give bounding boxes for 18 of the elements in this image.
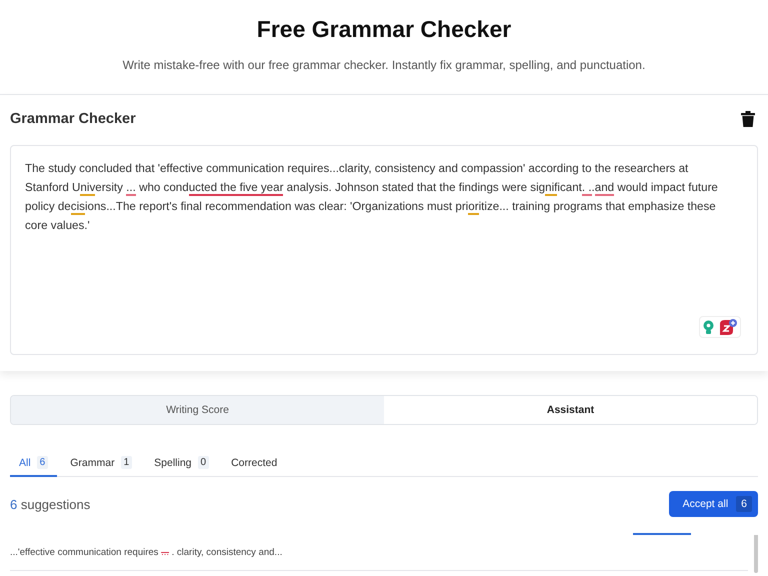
accept-all-button[interactable]: Accept all 6: [668, 491, 758, 517]
view-tab[interactable]: Writing Score: [11, 396, 384, 424]
text-editor[interactable]: [10, 145, 758, 355]
editor-text: The study concluded that 'effective communication requires...clarity, consistency and compassion' according to the researchers at Stanford University ... who conducted the five year analysis. Johnson stated that the findings were significant. ..and would impact future policy decisions...The report's final recommendation was clear: 'Organizations must prioritize... training programs that emphasize these core values.': [25, 161, 719, 234]
scrollbar[interactable]: [754, 535, 758, 573]
page-subtitle: Write mistake-free with our free grammar checker. Instantly fix grammar, spelling, and punctuation.: [122, 58, 646, 72]
card-title: Grammar Checker: [10, 111, 136, 127]
page-title: Free Grammar Checker: [256, 16, 512, 43]
filter-tab[interactable]: All 6: [10, 452, 58, 477]
filter-tab[interactable]: Corrected: [222, 452, 286, 477]
assistant-badges[interactable]: [699, 316, 741, 338]
suggestion-count: 6 suggestions: [10, 496, 90, 512]
lightbulb-icon: [702, 320, 715, 334]
error-count-icon: [718, 318, 738, 336]
delete-icon[interactable]: [741, 111, 755, 127]
filter-tab[interactable]: Spelling 0: [145, 452, 218, 477]
suggestion-item[interactable]: ...'effective communication requires ... . clarity, consistency and...: [10, 535, 748, 571]
filter-tab[interactable]: Grammar 1: [61, 452, 142, 477]
